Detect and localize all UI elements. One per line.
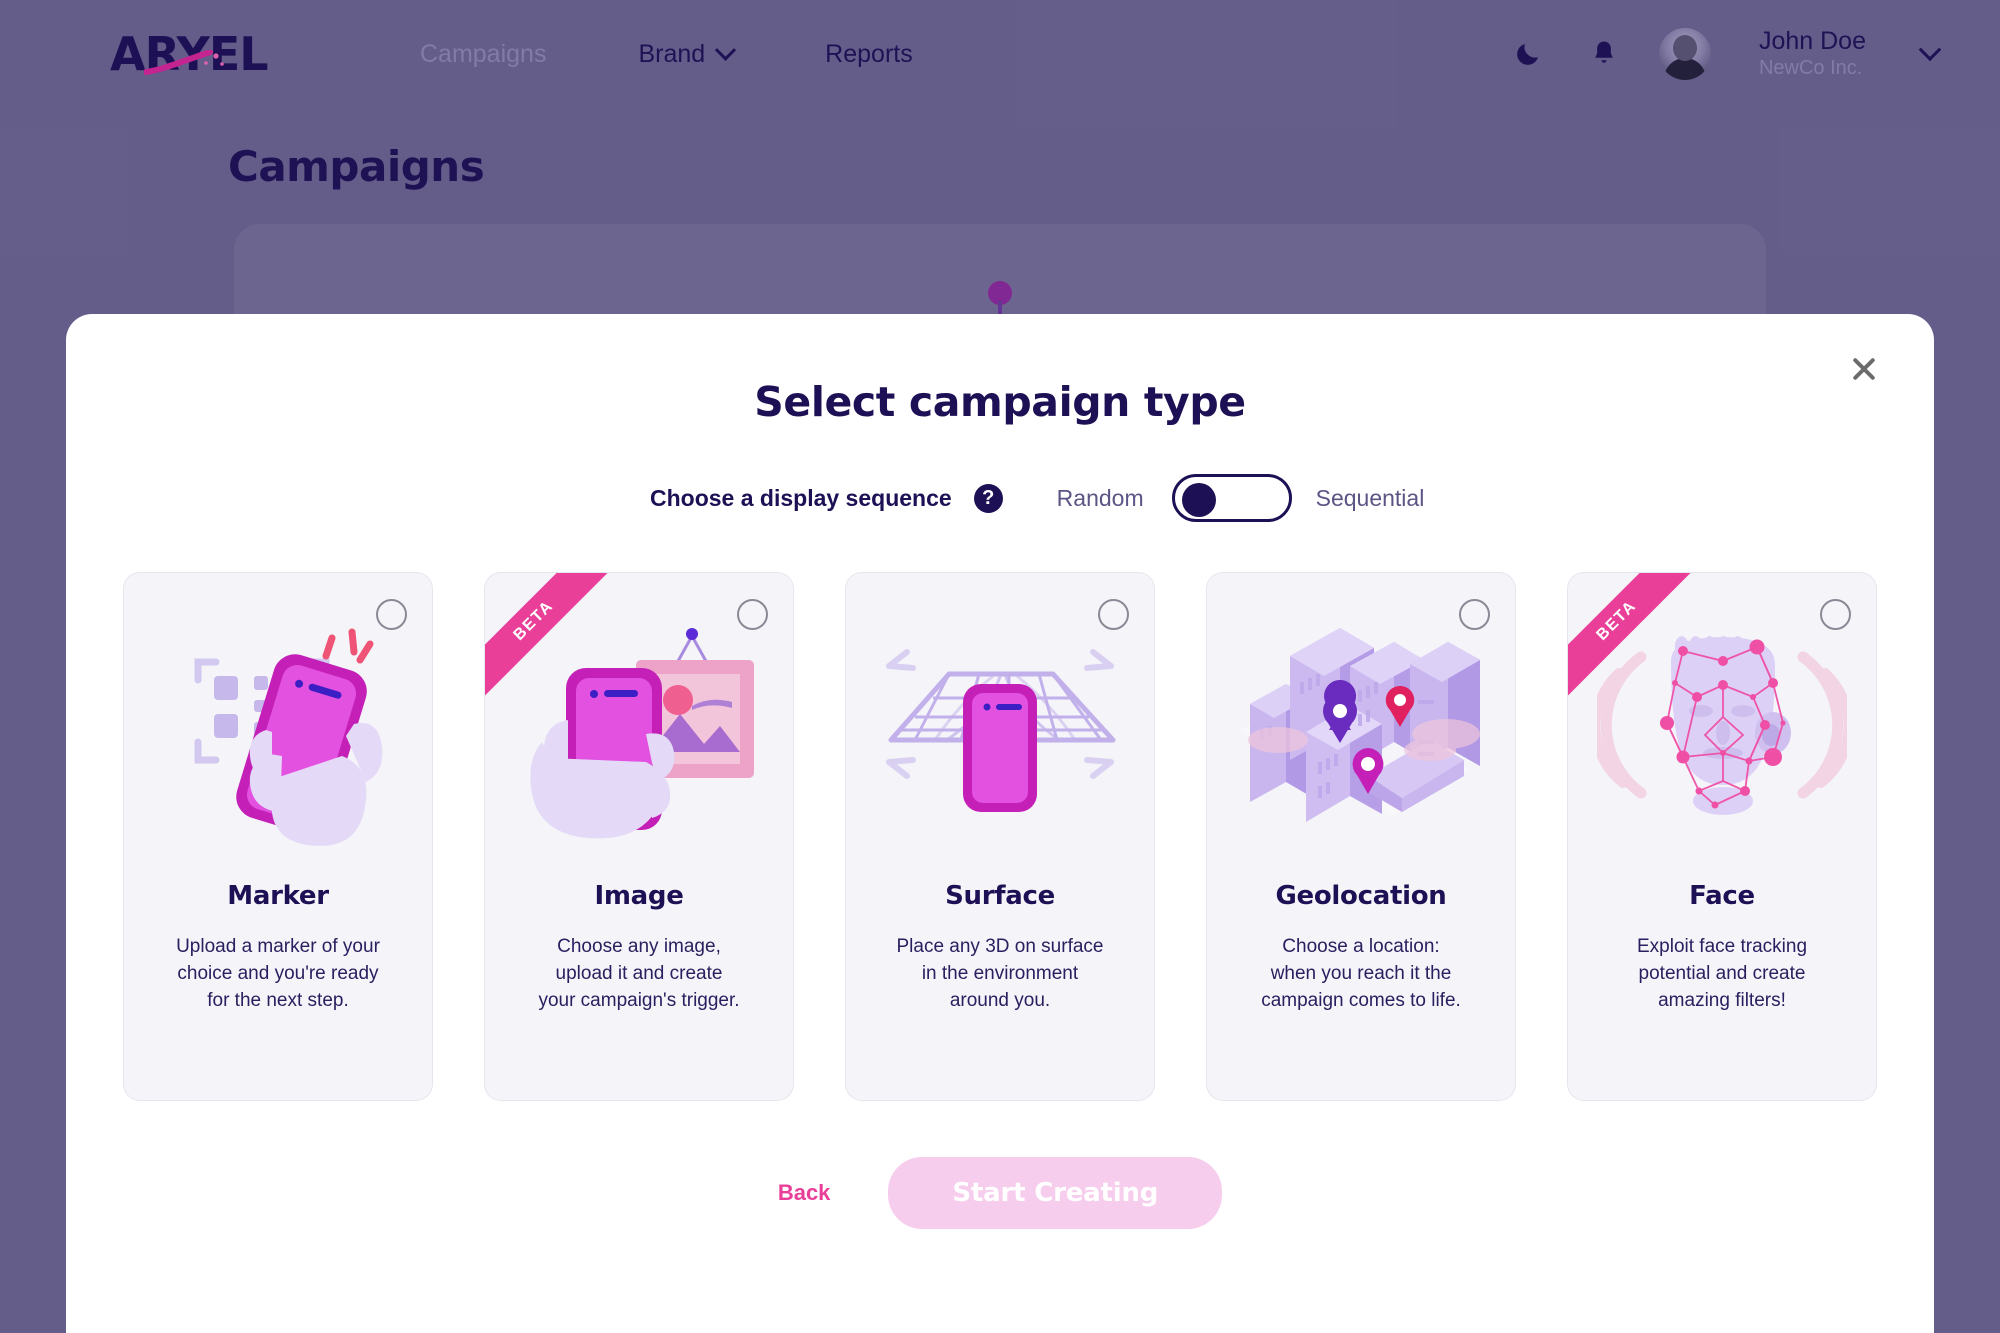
card-desc-surface: Place any 3D on surface in the environme… [896, 936, 1104, 1011]
modal-title: Select campaign type [754, 378, 1246, 426]
card-title-face: Face [1689, 881, 1755, 911]
aryel-logo[interactable]: ARYEL [110, 28, 310, 80]
campaign-type-card-marker[interactable]: Marker Upload a marker of your choice an… [123, 572, 433, 1101]
campaign-type-card-surface[interactable]: Surface Place any 3D on surface in the e… [845, 572, 1155, 1101]
question-mark-icon[interactable]: ? [973, 483, 1003, 513]
campaign-type-card-geolocation[interactable]: Geolocation Choose a location: when you … [1206, 572, 1516, 1101]
card-title-surface: Surface [945, 881, 1055, 911]
radio-geolocation[interactable] [1459, 599, 1490, 630]
card-title-image: Image [594, 881, 684, 911]
campaign-type-card-list: Marker Upload a marker of your choice an… [66, 572, 1934, 1101]
card-desc-image: Choose any image, upload it and create y… [538, 936, 740, 1011]
logo-wordmark: ARYEL [110, 27, 269, 81]
select-campaign-type-modal: Select campaign type Choose a display se… [66, 314, 1934, 1333]
radio-marker[interactable] [376, 599, 407, 630]
radio-surface[interactable] [1098, 599, 1129, 630]
card-desc-face: Exploit face tracking potential and crea… [1636, 936, 1808, 1011]
campaign-type-card-face[interactable]: BETA Face Exploit face tracking potentia… [1567, 572, 1877, 1101]
close-icon [1853, 358, 1875, 380]
back-button[interactable]: Back [778, 1180, 831, 1206]
display-sequence-row: Choose a display sequence ? Random Seque… [66, 474, 1934, 522]
campaign-type-card-image[interactable]: BETA Image Choose any image, upload it a… [484, 572, 794, 1101]
card-title-marker: Marker [227, 881, 329, 911]
card-desc-marker: Upload a marker of your choice and you'r… [176, 936, 380, 1011]
display-sequence-toggle[interactable] [1171, 474, 1292, 522]
display-sequence-label: Choose a display sequence [650, 484, 952, 511]
toggle-knob [1181, 483, 1216, 517]
sequence-option-random[interactable]: Random [1057, 485, 1144, 512]
modal-footer: Back Start Creating [66, 1157, 1934, 1229]
start-creating-button[interactable]: Start Creating [888, 1157, 1223, 1229]
card-title-geolocation: Geolocation [1275, 881, 1447, 911]
radio-image[interactable] [737, 599, 768, 630]
card-desc-geolocation: Choose a location: when you reach it the… [1261, 936, 1461, 1011]
radio-face[interactable] [1820, 599, 1851, 630]
sequence-option-sequential[interactable]: Sequential [1316, 485, 1425, 512]
close-modal-button[interactable] [1842, 347, 1886, 391]
